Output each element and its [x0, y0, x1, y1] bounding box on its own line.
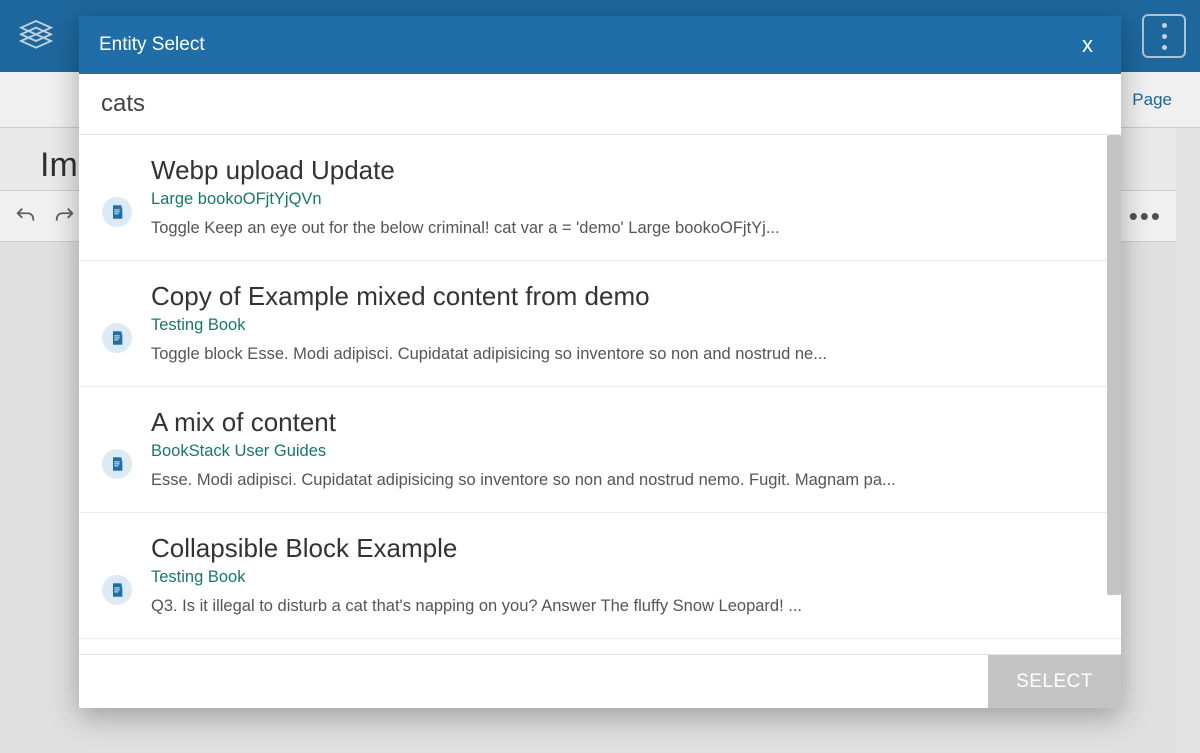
search-input[interactable]: [79, 74, 1121, 134]
result-snippet: Toggle Keep an eye out for the below cri…: [151, 219, 1099, 238]
select-button[interactable]: SELECT: [988, 655, 1121, 708]
result-book: Large bookoOFjtYjQVn: [151, 190, 1099, 209]
page-icon: [102, 575, 132, 605]
result-snippet: Q3. Is it illegal to disturb a cat that'…: [151, 597, 1099, 616]
page-icon: [102, 197, 132, 227]
search-container: [79, 74, 1121, 135]
scrollbar[interactable]: [1107, 135, 1121, 595]
modal-header: Entity Select x: [79, 16, 1121, 74]
page-icon: [102, 323, 132, 353]
result-item[interactable]: Mixed content example: [79, 639, 1121, 654]
result-title: Collapsible Block Example: [151, 533, 1099, 564]
result-title: Copy of Example mixed content from demo: [151, 281, 1099, 312]
modal-footer: SELECT: [79, 654, 1121, 708]
result-icon-wrap: [101, 533, 133, 616]
result-book: Testing Book: [151, 316, 1099, 335]
result-icon-wrap: [101, 281, 133, 364]
result-title: Webp upload Update: [151, 155, 1099, 186]
modal-overlay: Entity Select x Webp upload Update Large …: [0, 0, 1200, 753]
result-icon-wrap: [101, 155, 133, 238]
page-icon: [102, 449, 132, 479]
result-item[interactable]: Collapsible Block Example Testing Book Q3.…: [79, 513, 1121, 639]
result-snippet: Esse. Modi adipisci. Cupidatat adipisici…: [151, 471, 1099, 490]
result-snippet: Toggle block Esse. Modi adipisci. Cupida…: [151, 345, 1099, 364]
result-item[interactable]: A mix of content BookStack User Guides Ess…: [79, 387, 1121, 513]
result-item[interactable]: Webp upload Update Large bookoOFjtYjQVn To…: [79, 135, 1121, 261]
result-title: A mix of content: [151, 407, 1099, 438]
result-book: BookStack User Guides: [151, 442, 1099, 461]
result-icon-wrap: [101, 407, 133, 490]
entity-select-modal: Entity Select x Webp upload Update Large …: [79, 16, 1121, 708]
result-item[interactable]: Copy of Example mixed content from demo T…: [79, 261, 1121, 387]
close-icon[interactable]: x: [1074, 26, 1101, 64]
result-book: Testing Book: [151, 568, 1099, 587]
results-list[interactable]: Webp upload Update Large bookoOFjtYjQVn To…: [79, 135, 1121, 654]
modal-title: Entity Select: [99, 34, 205, 56]
